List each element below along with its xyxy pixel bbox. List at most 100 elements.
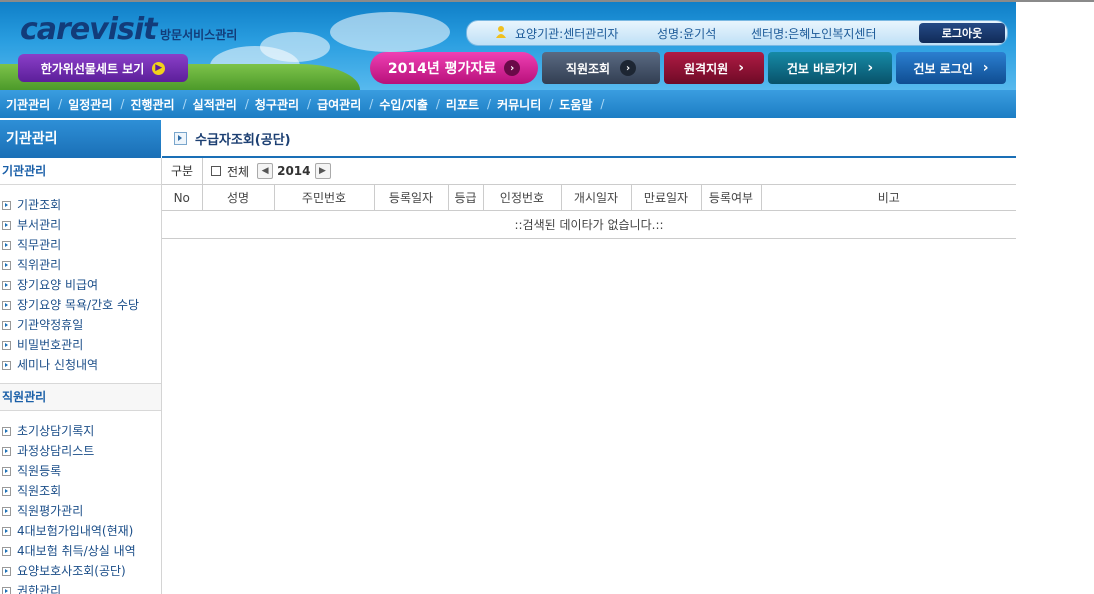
filter-bar: 구분 전체 ◀ 2014 ▶ [162,158,1016,185]
page-title-bar: 수급자조회(공단) [162,120,1016,158]
gunbo-shortcut-button[interactable]: 건보 바로가기 › [768,52,892,84]
sidebar-item[interactable]: 4대보험가입내역(현재) [0,521,161,541]
sidebar-item-label: 직원조회 [17,484,62,498]
column-header: 등급 [448,185,484,211]
user-icon [496,26,506,38]
bullet-arrow-icon [2,360,11,370]
nav-separator: / [600,97,605,111]
sidebar-item-label: 초기상담기록지 [17,424,95,438]
user-info-bar: 요양기관:센터관리자 성명:윤기석 센터명:은혜노인복지센터 로그아웃 [466,20,1008,46]
cloud-decoration [260,32,330,62]
nav-item[interactable]: 실적관리 [187,96,245,113]
nav-item[interactable]: 청구관리 [249,96,307,113]
bullet-arrow-icon [2,546,11,556]
nav-item[interactable]: 리포트 [440,96,487,113]
sidebar-item[interactable]: 초기상담기록지 [0,421,161,441]
nav-item[interactable]: 일정관리 [62,96,120,113]
sidebar-item-label: 장기요양 비급여 [17,278,99,292]
nav-item[interactable]: 진행관리 [124,96,182,113]
remote-support-button[interactable]: 원격지원 › [664,52,764,84]
prev-year-button[interactable]: ◀ [257,163,274,179]
logout-button[interactable]: 로그아웃 [919,23,1005,43]
bullet-arrow-icon [2,280,11,290]
bullet-arrow-icon [2,486,11,496]
gift-button-label: 한가위선물세트 보기 [40,61,145,76]
column-header: 인정번호 [483,185,562,211]
staff-lookup-button[interactable]: 직원조회 › [542,52,660,84]
sidebar-item[interactable]: 세미나 신청내역 [0,355,161,375]
nav-item[interactable]: 도움말 [553,96,600,113]
sidebar-item[interactable]: 비밀번호관리 [0,335,161,355]
header: carevisit 방문서비스관리 한가위선물세트 보기 ▶ 요양기관:센터관리… [0,2,1016,90]
column-header: No [162,185,203,211]
remote-support-label: 원격지원 [684,61,729,76]
bullet-arrow-icon [2,320,11,330]
bullet-arrow-icon [2,506,11,516]
bullet-arrow-icon [2,220,11,230]
bullet-arrow-icon [2,240,11,250]
nav-item[interactable]: 기관관리 [0,96,58,113]
sidebar-menu: 초기상담기록지 과정상담리스트 직원등록 직원조회 직원평가관리 4대보험가입내… [0,411,161,594]
bullet-arrow-icon [2,586,11,594]
gunbo-login-button[interactable]: 건보 로그인 › [896,52,1006,84]
chevron-right-icon: › [504,60,521,76]
gunbo-shortcut-label: 건보 바로가기 [786,61,858,76]
logo[interactable]: carevisit [20,12,157,47]
nav-item[interactable]: 급여관리 [311,96,369,113]
chevron-left-icon: ◀ [261,166,269,176]
sidebar-item[interactable]: 장기요양 비급여 [0,275,161,295]
sidebar-item[interactable]: 직원조회 [0,481,161,501]
table-header-row: No 성명 주민번호 등록일자 등급 인정번호 개시일자 만료일자 등록여부 비… [162,185,1016,211]
sidebar-item-label: 직원등록 [17,464,62,478]
sidebar-item[interactable]: 기관약정휴일 [0,315,161,335]
bullet-arrow-icon [2,446,11,456]
next-year-button[interactable]: ▶ [314,163,331,179]
sidebar-item-label: 권한관리 [17,584,62,594]
column-header: 등록여부 [701,185,762,211]
sidebar-item[interactable]: 과정상담리스트 [0,441,161,461]
eval-button-label: 2014년 평가자료 [387,61,497,77]
sidebar-item-label: 직위관리 [17,258,62,272]
sidebar-section-title[interactable]: 기관관리 [0,158,161,185]
user-name: 성명:윤기석 [657,27,717,41]
column-header: 주민번호 [274,185,375,211]
sidebar-section-title[interactable]: 직원관리 [0,383,161,411]
sidebar-item[interactable]: 부서관리 [0,215,161,235]
column-header: 성명 [202,185,275,211]
user-org: 요양기관:센터관리자 [515,27,619,41]
sidebar-header: 기관관리 [0,120,161,158]
sidebar-item[interactable]: 권한관리 [0,581,161,594]
gift-set-button[interactable]: 한가위선물세트 보기 ▶ [18,54,188,82]
sidebar-item[interactable]: 직위관리 [0,255,161,275]
eval-data-button[interactable]: 2014년 평가자료 › [370,52,538,84]
bullet-arrow-icon [2,566,11,576]
sidebar-item-label: 비밀번호관리 [17,338,84,352]
bullet-arrow-icon [2,340,11,350]
sidebar-item[interactable]: 직원등록 [0,461,161,481]
sidebar-item-label: 4대보험가입내역(현재) [17,524,134,538]
sidebar-item-label: 직원평가관리 [17,504,84,518]
sidebar-item[interactable]: 요양보호사조회(공단) [0,561,161,581]
nav-item[interactable]: 커뮤니티 [491,96,549,113]
sidebar-item-label: 4대보험 취득/상실 내역 [17,544,136,558]
nav-item[interactable]: 수입/지출 [373,96,436,113]
sidebar-menu: 기관조회 부서관리 직무관리 직위관리 장기요양 비급여 장기요양 목욕/간호 … [0,185,161,375]
user-center: 센터명:은혜노인복지센터 [751,27,877,41]
chevron-right-icon: ▶ [319,166,326,176]
sidebar-item-label: 직무관리 [17,238,62,252]
all-checkbox[interactable] [211,166,221,176]
sidebar-item-label: 과정상담리스트 [17,444,95,458]
sidebar-item-label: 기관약정휴일 [17,318,84,332]
bullet-arrow-icon [2,200,11,210]
sidebar-item-label: 요양보호사조회(공단) [17,564,126,578]
gunbo-login-label: 건보 로그인 [913,61,973,76]
main-nav: 기관관리 / 일정관리 / 진행관리 / 실적관리 / 청구관리 / 급여관리 / 수입/지… [0,90,1016,118]
sidebar-item[interactable]: 기관조회 [0,195,161,215]
bullet-arrow-icon [2,300,11,310]
sidebar-item[interactable]: 직원평가관리 [0,501,161,521]
sidebar-item-label: 장기요양 목욕/간호 수당 [17,298,140,312]
page-title: 수급자조회(공단) [195,132,291,148]
sidebar-item[interactable]: 직무관리 [0,235,161,255]
sidebar-item[interactable]: 장기요양 목욕/간호 수당 [0,295,161,315]
sidebar-item[interactable]: 4대보험 취득/상실 내역 [0,541,161,561]
